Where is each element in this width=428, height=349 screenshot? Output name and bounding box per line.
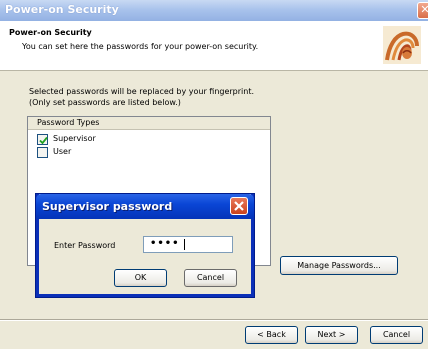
dialog-close-button[interactable] (230, 197, 248, 215)
manage-passwords-button[interactable]: Manage Passwords... (280, 256, 398, 275)
close-icon: ✕ (420, 3, 428, 16)
supervisor-checkbox[interactable] (37, 134, 48, 145)
wizard-header: Power-on Security You can set here the p… (0, 21, 428, 71)
password-input[interactable]: •••• (143, 236, 233, 253)
footer-divider (0, 319, 428, 321)
header-title: Power-on Security (9, 28, 92, 37)
checkmark-icon (39, 136, 48, 145)
list-header[interactable]: Password Types (28, 117, 270, 130)
info-line-1: Selected passwords will be replaced by y… (29, 87, 255, 96)
header-subtitle: You can set here the passwords for your … (22, 42, 259, 51)
dialog-ok-button[interactable]: OK (114, 269, 167, 287)
user-checkbox[interactable] (37, 147, 48, 158)
window-close-button[interactable]: ✕ (417, 2, 428, 19)
fingerprint-icon (383, 26, 421, 64)
power-on-security-window: Power-on Security ✕ Power-on Security Yo… (0, 0, 428, 349)
text-caret (184, 239, 185, 250)
supervisor-label: Supervisor (53, 134, 96, 143)
window-title: Power-on Security (5, 3, 119, 16)
close-icon (234, 201, 244, 211)
enter-password-label: Enter Password (54, 241, 116, 250)
supervisor-password-dialog: Supervisor password Enter Password •••• … (36, 194, 254, 297)
password-value: •••• (150, 238, 180, 249)
dialog-titlebar[interactable]: Supervisor password (36, 194, 254, 219)
back-button[interactable]: < Back (245, 326, 298, 344)
user-label: User (53, 147, 72, 156)
next-button[interactable]: Next > (305, 326, 358, 344)
dialog-title: Supervisor password (42, 200, 173, 213)
info-line-2: (Only set passwords are listed below.) (29, 98, 181, 107)
window-titlebar[interactable]: Power-on Security ✕ (0, 0, 428, 21)
cancel-button[interactable]: Cancel (370, 326, 423, 344)
info-text: Selected passwords will be replaced by y… (29, 86, 254, 108)
dialog-cancel-button[interactable]: Cancel (184, 269, 237, 287)
list-header-label: Password Types (37, 118, 100, 127)
